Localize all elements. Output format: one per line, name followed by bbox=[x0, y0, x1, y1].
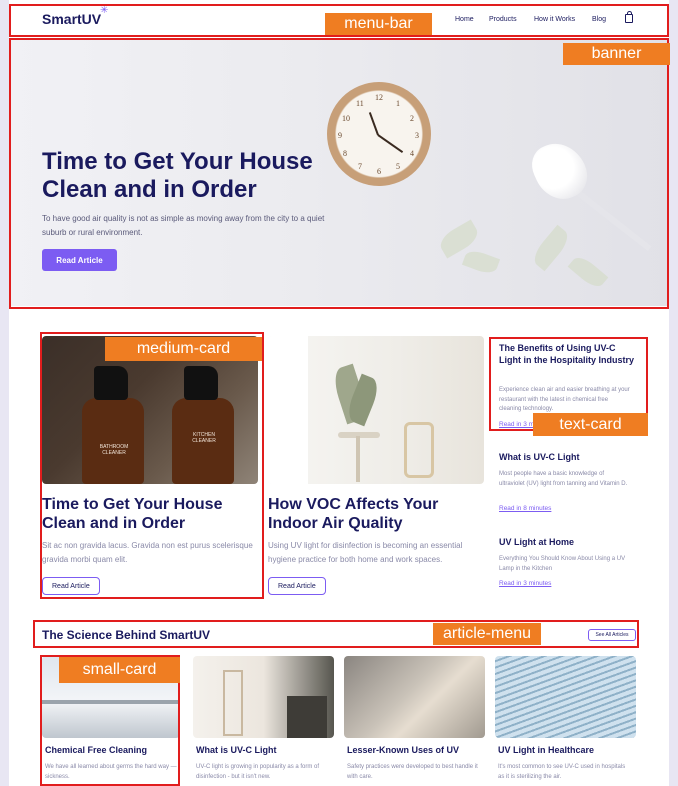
text-card-read-link[interactable]: Read in 3 minutes bbox=[499, 580, 551, 587]
text-card-title[interactable]: The Benefits of Using UV-C Light in the … bbox=[499, 342, 639, 366]
shopping-bag-icon[interactable] bbox=[625, 11, 633, 23]
nav-link-how-it-works[interactable]: How it Works bbox=[534, 16, 575, 23]
featured-card-description: Sit ac non gravida lacus. Gravida non es… bbox=[42, 541, 253, 564]
menu-bar: SmartUV ✳ Home Products How it Works Blo… bbox=[9, 0, 669, 38]
curtain-shape bbox=[268, 336, 308, 484]
logo[interactable]: SmartUV bbox=[42, 11, 101, 27]
ladder-shelf bbox=[223, 670, 243, 736]
text-card-title[interactable]: What is UV-C Light bbox=[499, 451, 639, 463]
featured-card-description: Using UV light for disinfection is becom… bbox=[268, 541, 463, 564]
read-article-button[interactable]: Read Article bbox=[268, 577, 326, 595]
table-leg bbox=[356, 436, 360, 482]
small-card-title[interactable]: UV Light in Healthcare bbox=[498, 745, 594, 755]
text-card-description: Experience clean air and easier breathin… bbox=[499, 387, 630, 412]
bottle-shape bbox=[82, 398, 144, 484]
room-interior-image[interactable] bbox=[268, 336, 484, 484]
featured-card-title[interactable]: How VOC Affects Your Indoor Air Quality bbox=[268, 495, 484, 533]
text-card-read-link[interactable]: Read in 3 minutes bbox=[499, 421, 551, 428]
see-all-articles-button[interactable]: See All Articles bbox=[588, 629, 636, 641]
stool-shape bbox=[287, 696, 327, 738]
section-title: The Science Behind SmartUV bbox=[42, 628, 211, 642]
read-article-button[interactable]: Read Article bbox=[42, 577, 100, 595]
small-card-description: Safety practices were developed to best … bbox=[347, 764, 478, 780]
window-blinds-image[interactable] bbox=[495, 656, 636, 738]
nav-link-products[interactable]: Products bbox=[489, 16, 517, 23]
small-card-title[interactable]: What is UV-C Light bbox=[196, 745, 277, 755]
clock-hand bbox=[377, 134, 404, 154]
bottle-label: BATHROOM CLEANER bbox=[99, 444, 129, 456]
plant-leaf bbox=[461, 247, 501, 277]
wall-clock-image: 12 1 2 3 4 5 6 7 8 9 10 11 bbox=[327, 82, 431, 186]
nav-link-home[interactable]: Home bbox=[455, 16, 474, 23]
chair-shape bbox=[404, 422, 434, 478]
kitchen-sink-image[interactable] bbox=[42, 656, 180, 738]
small-card-title[interactable]: Lesser-Known Uses of UV bbox=[347, 745, 459, 755]
bottle-label: KITCHEN CLEANER bbox=[192, 432, 216, 444]
nav-link-blog[interactable]: Blog bbox=[592, 16, 606, 23]
small-card-description: We have all learned about germs the hard… bbox=[45, 764, 177, 780]
text-card-description: Most people have a basic knowledge of ul… bbox=[499, 471, 628, 487]
hero-banner: 12 1 2 3 4 5 6 7 8 9 10 11 Time to Get Y… bbox=[9, 38, 669, 306]
shelf-interior-image[interactable] bbox=[193, 656, 334, 738]
sparkle-icon: ✳ bbox=[100, 5, 109, 16]
text-card-title[interactable]: UV Light at Home bbox=[499, 536, 639, 548]
cleaner-bottles-image[interactable]: BATHROOM CLEANER KITCHEN CLEANER bbox=[42, 336, 258, 484]
plant-leaf bbox=[567, 252, 609, 292]
hero-title: Time to Get Your House Clean and in Orde… bbox=[42, 148, 313, 203]
sprayer-shape bbox=[94, 366, 128, 400]
counter-shape bbox=[42, 700, 180, 704]
clock-hand bbox=[368, 112, 379, 136]
small-card-title[interactable]: Chemical Free Cleaning bbox=[45, 745, 147, 755]
small-card-description: It's most common to see UV-C used in hos… bbox=[498, 764, 626, 780]
text-card-description: Everything You Should Know About Using a… bbox=[499, 556, 626, 572]
plant-leaf bbox=[529, 224, 573, 272]
page: SmartUV ✳ Home Products How it Works Blo… bbox=[9, 0, 669, 786]
text-card-read-link[interactable]: Read in 8 minutes bbox=[499, 505, 551, 512]
featured-card-title[interactable]: Time to Get Your House Clean and in Orde… bbox=[42, 495, 258, 533]
hero-read-article-button[interactable]: Read Article bbox=[42, 249, 117, 271]
hero-description: To have good air quality is not as simpl… bbox=[42, 214, 325, 237]
small-card-description: UV-C light is growing in popularity as a… bbox=[196, 764, 320, 780]
sprayer-shape bbox=[184, 366, 218, 400]
sunlit-wall-image[interactable] bbox=[344, 656, 485, 738]
